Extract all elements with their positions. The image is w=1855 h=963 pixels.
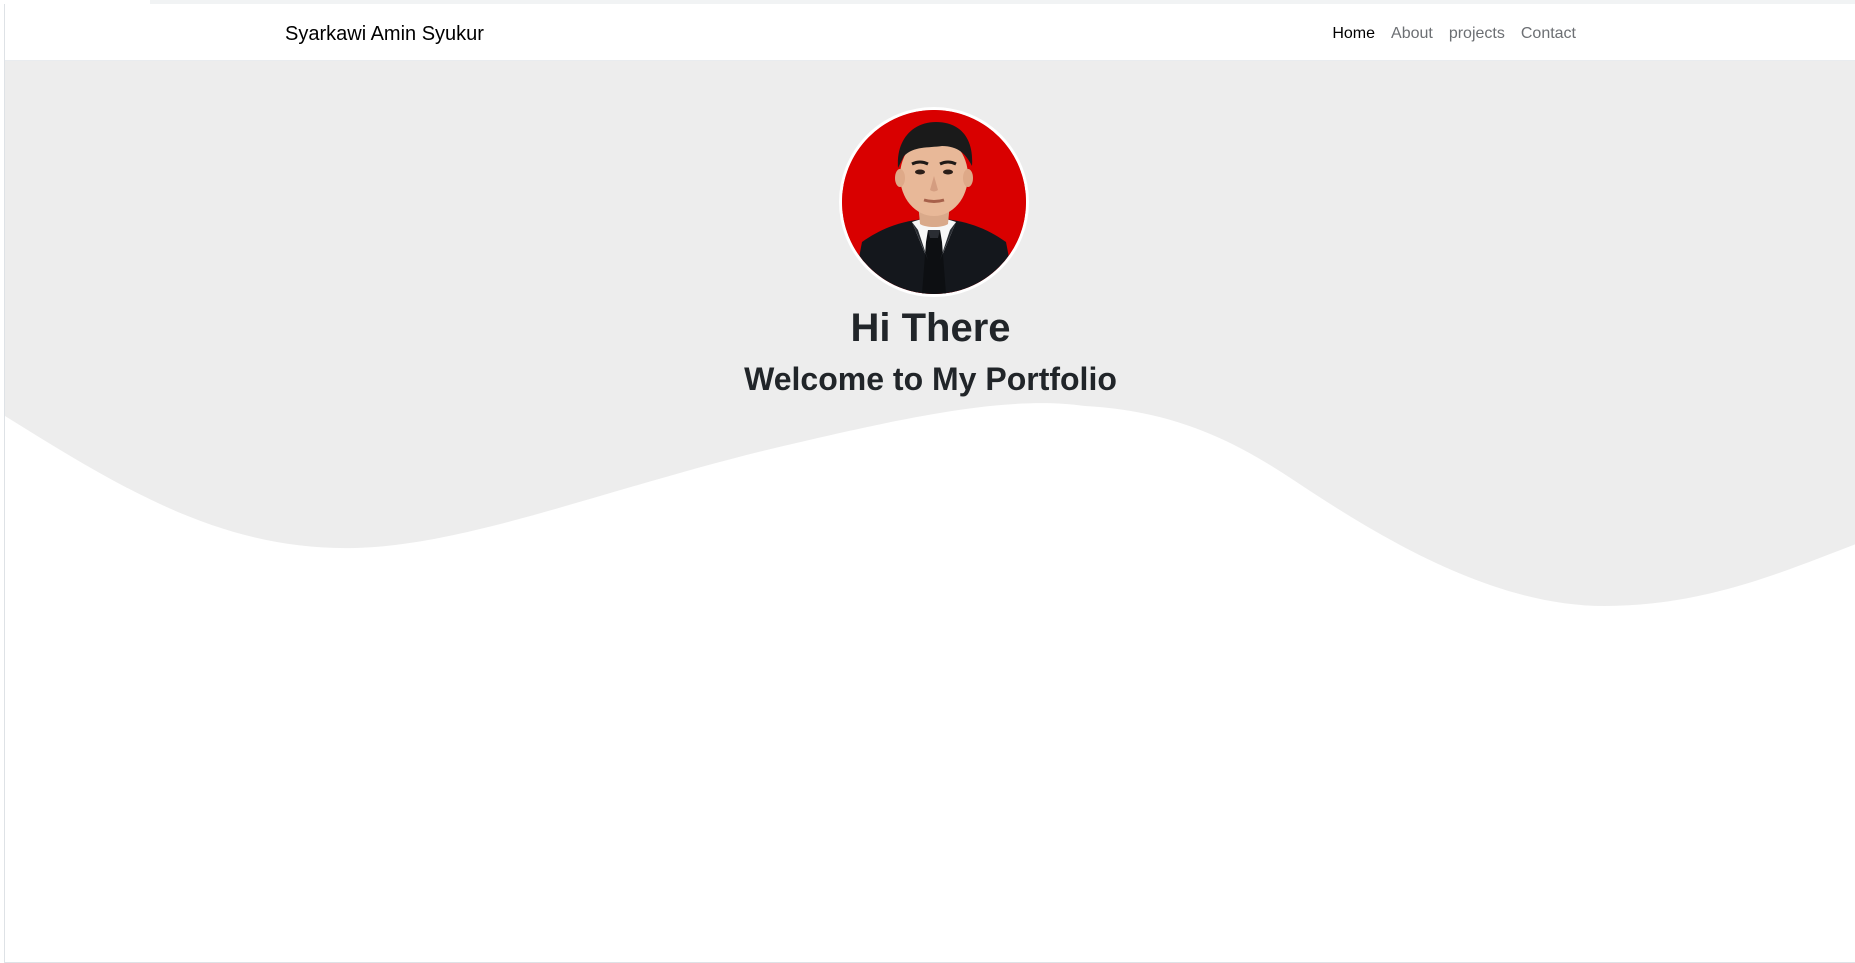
nav-about-link[interactable]: About: [1391, 25, 1433, 43]
hero-section: Hi There Welcome to My Portfolio: [5, 61, 1855, 711]
brand-link[interactable]: Syarkawi Amin Syukur: [285, 23, 484, 46]
hero-subtitle: Welcome to My Portfolio: [744, 361, 1117, 397]
nav-projects-link[interactable]: projects: [1449, 25, 1505, 43]
nav-links: Home About projects Contact: [1332, 25, 1576, 43]
page-frame: Syarkawi Amin Syukur Home About projects…: [4, 4, 1855, 963]
navbar: Syarkawi Amin Syukur Home About projects…: [5, 4, 1855, 61]
nav-contact-link[interactable]: Contact: [1521, 25, 1576, 43]
profile-avatar: [839, 107, 1029, 297]
profile-photo-icon: [842, 110, 1026, 294]
hero-greeting: Hi There: [850, 306, 1011, 350]
nav-home-link[interactable]: Home: [1332, 25, 1375, 43]
